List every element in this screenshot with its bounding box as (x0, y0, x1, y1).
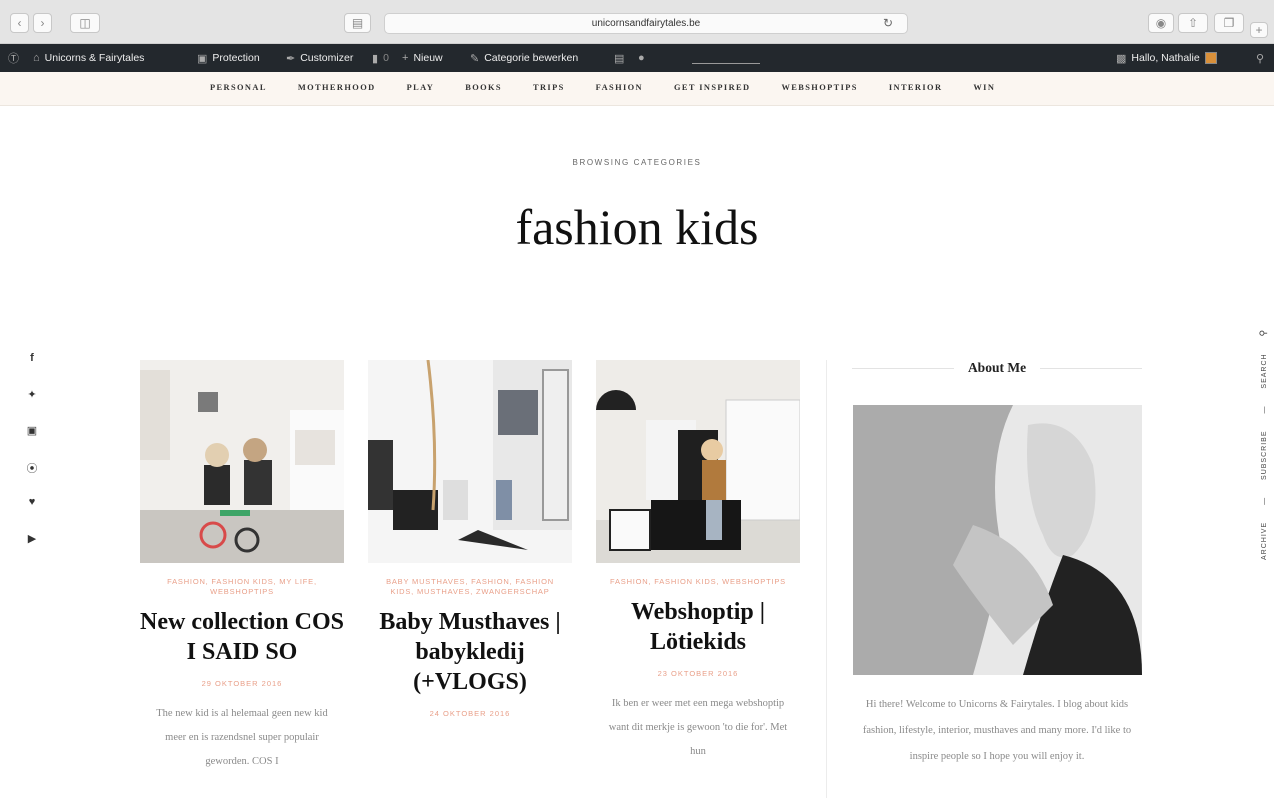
customizer-label: Customizer (300, 52, 354, 64)
new-tab-button[interactable]: + (1250, 22, 1268, 38)
subscribe-link[interactable]: SUBSCRIBE (1261, 431, 1268, 480)
site-name-label: Unicorns & Fairytales (44, 52, 145, 64)
nav-item-win[interactable]: WIN (973, 83, 995, 92)
comments-count: 0 (383, 52, 389, 64)
instagram-icon[interactable]: ▣ (24, 424, 40, 460)
nav-item-personal[interactable]: PERSONAL (210, 83, 267, 92)
search-icon[interactable]: ⚲ (1256, 44, 1264, 72)
reload-icon[interactable]: ↻ (883, 16, 893, 30)
edit-category-link[interactable]: ✎ Categorie bewerken (470, 44, 578, 72)
social-links: f ✦ ▣ ⦿ ♥ ▶ (24, 352, 40, 568)
notification-icon: ▩ (1116, 52, 1127, 65)
vertical-nav: ARCHIVE — SUBSCRIBE — SEARCH ⚲ (1258, 315, 1269, 560)
post-excerpt: The new kid is al helemaal geen new kid … (156, 708, 328, 767)
reader-view-button[interactable]: ▤ (344, 13, 371, 33)
about-widget-title: About Me (967, 360, 1027, 375)
facebook-icon[interactable]: f (24, 352, 40, 388)
nav-item-motherhood[interactable]: MOTHERHOOD (298, 83, 376, 92)
avatar (1204, 52, 1217, 64)
new-label: Nieuw (413, 52, 443, 64)
about-photo (853, 405, 1142, 675)
back-button[interactable]: ‹ (10, 13, 29, 33)
post-card: FASHION, FASHION KIDS, MY LIFE, WEBSHOPT… (140, 360, 344, 774)
tabs-button[interactable]: ❐ (1214, 13, 1244, 33)
wp-admin-bar: Ⓣ ⌂ Unicorns & Fairytales ▣ Protection ✒… (0, 44, 1274, 72)
forward-button[interactable]: › (33, 13, 52, 33)
post-thumbnail[interactable] (368, 360, 572, 563)
search-icon[interactable]: ⚲ (1258, 329, 1268, 337)
protection-label: Protection (212, 52, 260, 64)
twitter-icon[interactable]: ✦ (24, 388, 40, 424)
plus-icon: + (402, 52, 409, 64)
pinterest-icon[interactable]: ⦿ (24, 460, 40, 496)
stats-sparkline-icon (692, 58, 760, 64)
url-text: unicornsandfairytales.be (591, 18, 701, 29)
post-title[interactable]: Webshoptip | Lötiekids (596, 597, 800, 657)
nav-item-interior[interactable]: INTERIOR (889, 83, 943, 92)
bloglovin-heart-icon[interactable]: ♥ (24, 496, 40, 532)
nav-item-get-inspired[interactable]: GET INSPIRED (674, 83, 750, 92)
pencil-icon: ✎ (470, 52, 480, 65)
lock-icon: ▣ (197, 52, 208, 65)
nav-item-play[interactable]: PLAY (407, 83, 435, 92)
nav-item-trips[interactable]: TRIPS (533, 83, 565, 92)
edit-category-label: Categorie bewerken (484, 52, 579, 64)
page-title: fashion kids (515, 199, 759, 255)
search-link[interactable]: SEARCH (1261, 353, 1268, 388)
heading-rule (852, 367, 954, 369)
post-categories[interactable]: FASHION, FASHION KIDS, WEBSHOPTIPS (596, 577, 800, 587)
comment-icon: ▮ (372, 52, 379, 65)
protection-link[interactable]: ▣ Protection (197, 44, 260, 72)
post-categories[interactable]: BABY MUSTHAVES, FASHION, FASHION KIDS, M… (368, 577, 572, 597)
post-date: 23 OKTOBER 2016 (657, 669, 739, 678)
sidebar-divider (826, 360, 827, 798)
about-widget-heading: About Me (852, 360, 1142, 376)
post-categories[interactable]: FASHION, FASHION KIDS, MY LIFE, WEBSHOPT… (140, 577, 344, 597)
address-bar[interactable]: unicornsandfairytales.be ↻ (384, 13, 908, 34)
greeting-label: Hallo, Nathalie (1131, 52, 1200, 64)
post-card: BABY MUSTHAVES, FASHION, FASHION KIDS, M… (368, 360, 572, 732)
post-title[interactable]: New collection COS I SAID SO (140, 607, 344, 667)
post-thumbnail[interactable] (140, 360, 344, 563)
youtube-icon[interactable]: ▶ (24, 532, 40, 568)
browsing-label: BROWSING CATEGORIES (572, 158, 702, 167)
post-excerpt: Ik ben er weer met een mega webshoptip w… (608, 698, 788, 757)
my-account-link[interactable]: ▩ Hallo, Nathalie (1116, 44, 1217, 72)
wordpress-logo-icon[interactable]: Ⓣ (8, 44, 19, 72)
heading-rule (1040, 367, 1142, 369)
nav-item-webshoptips[interactable]: WEBSHOPTIPS (781, 83, 857, 92)
post-date: 29 OKTOBER 2016 (201, 679, 283, 688)
gear-icon[interactable]: ● (638, 44, 645, 72)
home-icon: ⌂ (33, 52, 40, 64)
customizer-link[interactable]: ✒ Customizer (286, 44, 353, 72)
nav-item-fashion[interactable]: FASHION (596, 83, 643, 92)
category-nav: PERSONAL MOTHERHOOD PLAY BOOKS TRIPS FAS… (0, 72, 1274, 106)
new-link[interactable]: + Nieuw (402, 44, 443, 72)
browser-toolbar: ‹ › ◫ ▤ unicornsandfairytales.be ↻ ◉ ⇧ ❐… (0, 0, 1274, 44)
separator: — (1261, 496, 1268, 505)
post-thumbnail[interactable] (596, 360, 800, 563)
separator: — (1261, 405, 1268, 414)
site-name-link[interactable]: ⌂ Unicorns & Fairytales (33, 44, 144, 72)
archive-link[interactable]: ARCHIVE (1261, 522, 1268, 560)
post-card: FASHION, FASHION KIDS, WEBSHOPTIPS Websh… (596, 360, 800, 764)
post-title[interactable]: Baby Musthaves | babykledij (+VLOGS) (368, 607, 572, 697)
about-text: Hi there! Welcome to Unicorns & Fairytal… (862, 699, 1132, 762)
nav-item-books[interactable]: BOOKS (465, 83, 502, 92)
post-date: 24 OKTOBER 2016 (429, 709, 511, 718)
share-button[interactable]: ⇧ (1178, 13, 1208, 33)
extension-button[interactable]: ◉ (1148, 13, 1174, 33)
comments-link[interactable]: ▮ 0 (372, 44, 389, 72)
sidebar-toggle-button[interactable]: ◫ (70, 13, 100, 33)
brush-icon: ✒ (286, 52, 296, 65)
stats-icon[interactable]: ▤ (614, 44, 624, 72)
